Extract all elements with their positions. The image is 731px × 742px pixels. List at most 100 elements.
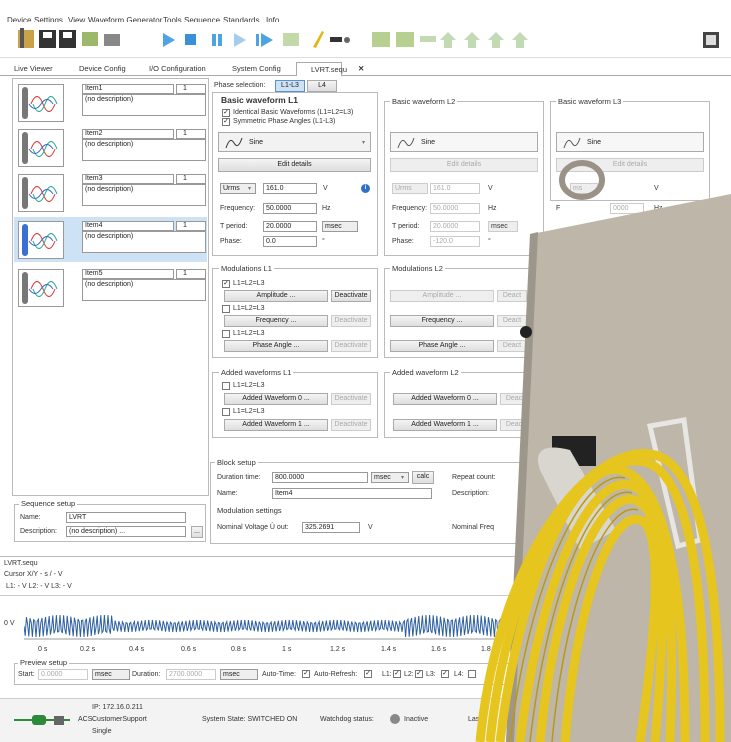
device-icon[interactable] — [82, 32, 98, 46]
list-item[interactable]: Item1 1 (no description) — [14, 80, 207, 125]
added-waveform-1-deactivate-button[interactable]: Deactivate — [331, 419, 371, 431]
save-icon[interactable] — [39, 30, 56, 48]
amplitude-deactivate-button[interactable]: Deactivate — [331, 290, 371, 302]
list-item[interactable]: Item2 1 (no description) — [14, 125, 207, 170]
preview-start-field[interactable]: 0.0000 — [38, 669, 88, 680]
time-tick: 0 s — [38, 646, 48, 653]
amplitude-mode-select-l2[interactable]: Urms — [392, 183, 428, 194]
preview-duration-field[interactable]: 2700.0000 — [166, 669, 216, 680]
phase-option-l1-l3[interactable]: L1-L3 — [275, 80, 305, 92]
tperiod-field-l1[interactable]: 20.0000 — [263, 221, 317, 232]
show-l1-checkbox[interactable]: ✓ — [393, 670, 401, 678]
tab-device-config[interactable]: Device Config — [75, 62, 130, 76]
show-l3-checkbox[interactable]: ✓ — [441, 670, 449, 678]
preview-start-unit-select[interactable]: msec — [92, 669, 130, 680]
tab-io-configuration[interactable]: I/O Configuration — [145, 62, 210, 76]
phase-option-l4[interactable]: L4 — [307, 80, 337, 92]
probe-icon[interactable] — [330, 37, 350, 43]
tab-system-config[interactable]: System Config — [228, 62, 285, 76]
tab-lvrt-sequ[interactable]: LVRT.sequ — [296, 62, 347, 76]
added-waveform-0-button[interactable]: Added Waveform 0 ... — [224, 393, 328, 405]
amplitude-value-field-l1[interactable]: 161.0 — [263, 183, 317, 194]
auto-refresh-checkbox[interactable]: ✓ — [364, 670, 372, 678]
show-l4-label: L4: — [454, 671, 464, 678]
list-item[interactable]: Item3 1 (no description) — [14, 170, 207, 215]
pause-icon[interactable] — [212, 34, 222, 46]
item-name-field[interactable]: Item4 — [82, 221, 174, 231]
list-item-selected[interactable]: Item4 1 (no description) — [14, 217, 207, 262]
phase-angle-modulation-button[interactable]: Phase Angle ... — [224, 340, 328, 352]
item-name-field[interactable]: Item5 — [82, 269, 174, 279]
item-repeat-field[interactable]: 1 — [176, 84, 206, 94]
list-item[interactable]: Item5 1 (no description) — [14, 265, 207, 310]
edit-details-button-l1[interactable]: Edit details — [218, 158, 371, 172]
item-description-field[interactable]: (no description) — [82, 231, 206, 253]
waveform-type-select-l2[interactable]: Sine — [390, 132, 538, 152]
chevron-down-icon: ▾ — [362, 140, 366, 146]
play-icon[interactable] — [163, 33, 175, 47]
sequence-description-field[interactable]: (no description) ... — [66, 526, 186, 537]
phase-field-l1[interactable]: 0.0 — [263, 236, 317, 247]
info-icon[interactable]: i — [361, 184, 370, 193]
symmetric-phase-checkbox[interactable]: ✓ — [222, 118, 230, 126]
added-waveform-1-checkbox[interactable] — [222, 408, 230, 416]
modulation-amplitude-checkbox[interactable]: ✓ — [222, 280, 230, 288]
modulation-frequency-checkbox[interactable] — [222, 305, 230, 313]
waveform-icon — [28, 233, 58, 249]
basic-waveform-l2-title: Basic waveform L2 — [390, 97, 458, 106]
item-repeat-field[interactable]: 1 — [176, 129, 206, 139]
waveform-icon — [28, 141, 58, 157]
nominal-voltage-field[interactable]: 325.2691 — [302, 522, 360, 533]
phase-label-l1: Phase: — [220, 238, 242, 245]
item-name-field[interactable]: Item1 — [82, 84, 174, 94]
item-description-field[interactable]: (no description) — [82, 279, 206, 301]
step-icon[interactable] — [234, 33, 246, 47]
open-icon[interactable] — [18, 28, 34, 48]
modulation-phase-checkbox[interactable] — [222, 330, 230, 338]
frequency-deactivate-button[interactable]: Deactivate — [331, 315, 371, 327]
added-waveform-1-button[interactable]: Added Waveform 1 ... — [224, 419, 328, 431]
item-repeat-field[interactable]: 1 — [176, 269, 206, 279]
graph-icon[interactable] — [283, 33, 299, 46]
sequence-name-field[interactable]: LVRT — [66, 512, 186, 523]
auto-time-checkbox[interactable]: ✓ — [302, 670, 310, 678]
arrow-up-icons[interactable] — [420, 32, 528, 48]
config-icon[interactable] — [104, 34, 120, 46]
tperiod-unit-select[interactable]: msec — [322, 221, 358, 232]
time-tick: 0.4 s — [129, 646, 145, 653]
added-waveform-0-deactivate-button[interactable]: Deactivate — [331, 393, 371, 405]
show-l2-checkbox[interactable]: ✓ — [415, 670, 423, 678]
tab-close-icon[interactable]: ✕ — [354, 62, 368, 76]
item-name-field[interactable]: Item3 — [82, 174, 174, 184]
frequency-modulation-button[interactable]: Frequency ... — [224, 315, 328, 327]
chart-icon[interactable] — [372, 32, 390, 47]
added-waveform-1-check-label: L1=L2=L3 — [233, 408, 265, 415]
item-name-field[interactable]: Item2 — [82, 129, 174, 139]
pen-icon[interactable] — [313, 31, 324, 48]
chart-edit-icon[interactable] — [396, 32, 414, 47]
item-description-field[interactable]: (no description) — [82, 139, 206, 161]
fast-forward-icon[interactable] — [256, 33, 273, 47]
modulation-settings-title: Modulation settings — [215, 506, 284, 515]
sequence-description-more-button[interactable]: ... — [191, 526, 203, 538]
item-repeat-field[interactable]: 1 — [176, 221, 206, 231]
stop-icon[interactable] — [185, 34, 196, 45]
duration-time-field[interactable]: 800.0000 — [272, 472, 368, 483]
waveform-type-select-l1[interactable]: Sine ▾ — [218, 132, 371, 152]
waveform-type-select-l3[interactable]: Sine — [556, 132, 704, 152]
item-description-field[interactable]: (no description) — [82, 94, 206, 116]
item-repeat-field[interactable]: 1 — [176, 174, 206, 184]
preview-duration-unit-select[interactable]: msec — [220, 669, 258, 680]
phase-deactivate-button[interactable]: Deactivate — [331, 340, 371, 352]
block-name-field[interactable]: Item4 — [272, 488, 432, 499]
tab-live-viewer[interactable]: Live Viewer — [10, 62, 57, 76]
item-description-field[interactable]: (no description) — [82, 184, 206, 206]
frequency-unit: Hz — [322, 205, 331, 212]
identical-waveforms-checkbox[interactable]: ✓ — [222, 109, 230, 117]
amplitude-modulation-button[interactable]: Amplitude ... — [224, 290, 328, 302]
calc-button[interactable]: calc — [412, 471, 434, 484]
frequency-field-l1[interactable]: 50.0000 — [263, 203, 317, 214]
save-as-icon[interactable] — [59, 30, 76, 48]
added-waveform-0-checkbox[interactable] — [222, 382, 230, 390]
exit-icon[interactable] — [703, 32, 719, 48]
